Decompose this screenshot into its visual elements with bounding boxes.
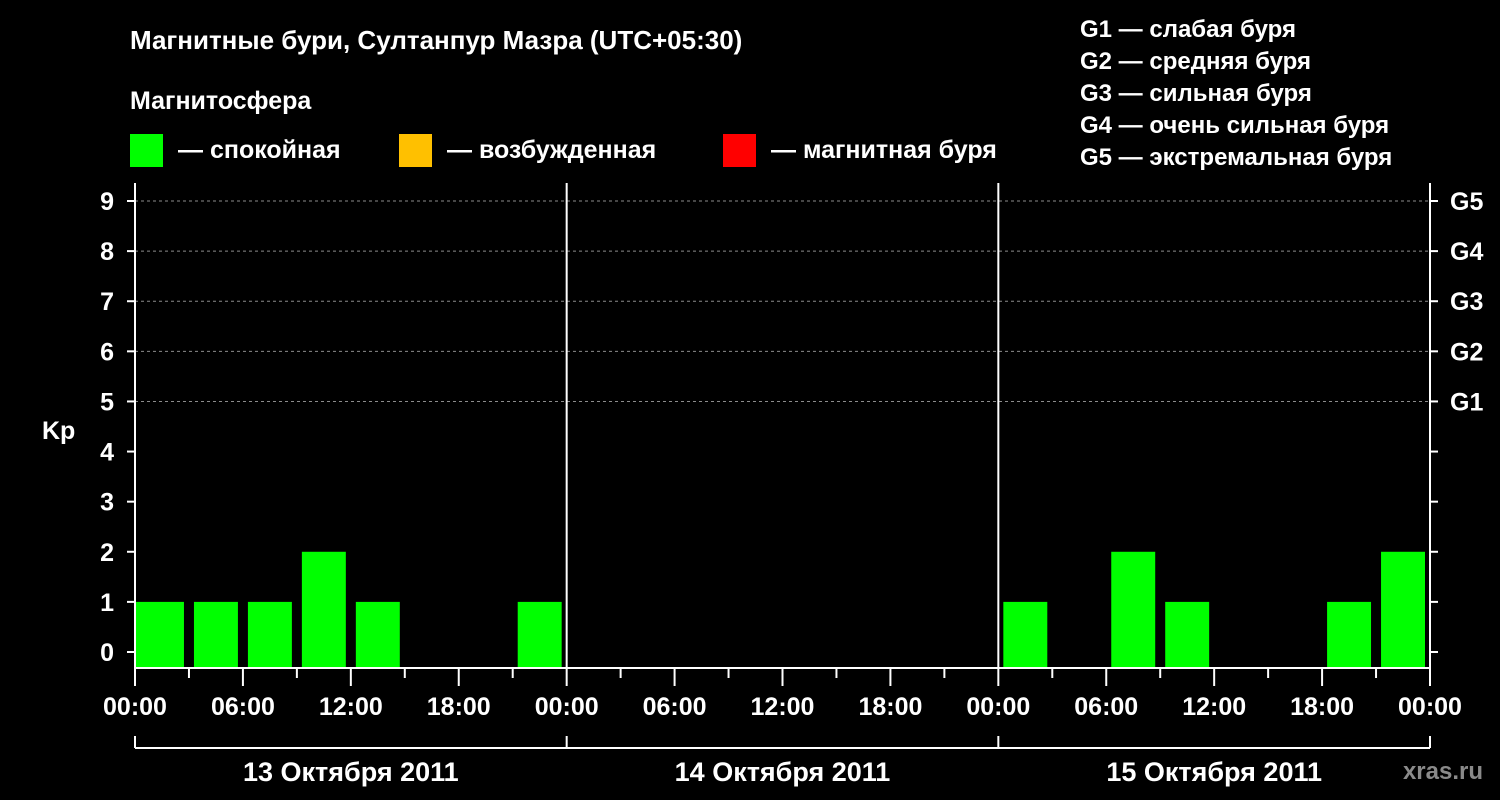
x-tick-label: 00:00 bbox=[1398, 693, 1462, 721]
g-tick-label-g1: G1 bbox=[1450, 388, 1483, 416]
y-tick-label: 8 bbox=[100, 238, 114, 266]
bar bbox=[1003, 601, 1048, 668]
bars bbox=[136, 551, 1425, 668]
g-legend-g1: G1 — слабая буря bbox=[1080, 16, 1296, 43]
y-tick-label: 7 bbox=[100, 288, 114, 316]
y-tick-label: 9 bbox=[100, 188, 114, 216]
legend-swatch-quiet bbox=[130, 134, 163, 167]
x-tick-label: 18:00 bbox=[1290, 693, 1354, 721]
bar bbox=[355, 601, 400, 668]
x-tick-label: 12:00 bbox=[751, 693, 815, 721]
day-label: 14 Октября 2011 bbox=[675, 757, 891, 787]
chart-subtitle: Магнитосфера bbox=[130, 87, 312, 115]
x-tick-label: 00:00 bbox=[535, 693, 599, 721]
y-tick-label: 2 bbox=[100, 539, 114, 567]
x-tick-label: 18:00 bbox=[858, 693, 922, 721]
y-tick-label: 6 bbox=[100, 338, 114, 366]
g-tick-label-g3: G3 bbox=[1450, 288, 1483, 316]
g-legend-g2: G2 — средняя буря bbox=[1080, 48, 1311, 75]
legend-swatch-active bbox=[399, 134, 432, 167]
x-tick-label: 06:00 bbox=[1074, 693, 1138, 721]
legend-label-active: — возбужденная bbox=[447, 136, 656, 164]
x-tick-label: 00:00 bbox=[103, 693, 167, 721]
y-tick-label: 0 bbox=[100, 639, 114, 667]
watermark: xras.ru bbox=[1403, 758, 1483, 785]
grid-lines bbox=[135, 200, 1430, 402]
y-tick-label: 3 bbox=[100, 489, 114, 517]
tick-labels: 0 1 2 3 4 5 6 7 8 9 G1 G2 G3 G4 G5 00:00 06:00 12:00 18:00… bbox=[100, 188, 1483, 787]
g-tick-label-g5: G5 bbox=[1450, 188, 1483, 216]
y-tick-label: 4 bbox=[100, 439, 114, 467]
bar bbox=[1165, 601, 1210, 668]
bar bbox=[1381, 551, 1425, 668]
chart-title: Магнитные бури, Султанпур Мазра (UTC+05:… bbox=[130, 25, 742, 55]
x-tick-label: 12:00 bbox=[319, 693, 383, 721]
x-tick-label: 12:00 bbox=[1182, 693, 1246, 721]
legend-label-storm: — магнитная буря bbox=[771, 136, 997, 164]
g-legend-g3: G3 — сильная буря bbox=[1080, 80, 1312, 107]
bar bbox=[1111, 551, 1156, 668]
y-tick-label: 5 bbox=[100, 388, 114, 416]
g-legend-g5: G5 — экстремальная буря bbox=[1080, 144, 1392, 171]
bar bbox=[301, 551, 346, 668]
magnetic-storm-chart: Магнитные бури, Султанпур Мазра (UTC+05:… bbox=[42, 16, 1483, 787]
y-axis-label: Kp bbox=[42, 417, 75, 445]
x-tick-label: 06:00 bbox=[643, 693, 707, 721]
bar bbox=[193, 601, 238, 668]
legend-swatch-storm bbox=[723, 134, 756, 167]
bar bbox=[1327, 601, 1372, 668]
y-tick-label: 1 bbox=[100, 589, 114, 617]
x-tick-label: 06:00 bbox=[211, 693, 275, 721]
legend-label-quiet: — спокойная bbox=[178, 136, 341, 164]
bar bbox=[136, 601, 184, 668]
g-legend-g4: G4 — очень сильная буря bbox=[1080, 112, 1389, 139]
day-label: 15 Октября 2011 bbox=[1106, 757, 1322, 787]
bar bbox=[517, 601, 562, 668]
day-label: 13 Октября 2011 bbox=[243, 757, 459, 787]
bar bbox=[247, 601, 292, 668]
g-tick-label-g2: G2 bbox=[1450, 338, 1483, 366]
g-tick-label-g4: G4 bbox=[1450, 238, 1483, 266]
x-tick-label: 00:00 bbox=[966, 693, 1030, 721]
x-tick-label: 18:00 bbox=[427, 693, 491, 721]
